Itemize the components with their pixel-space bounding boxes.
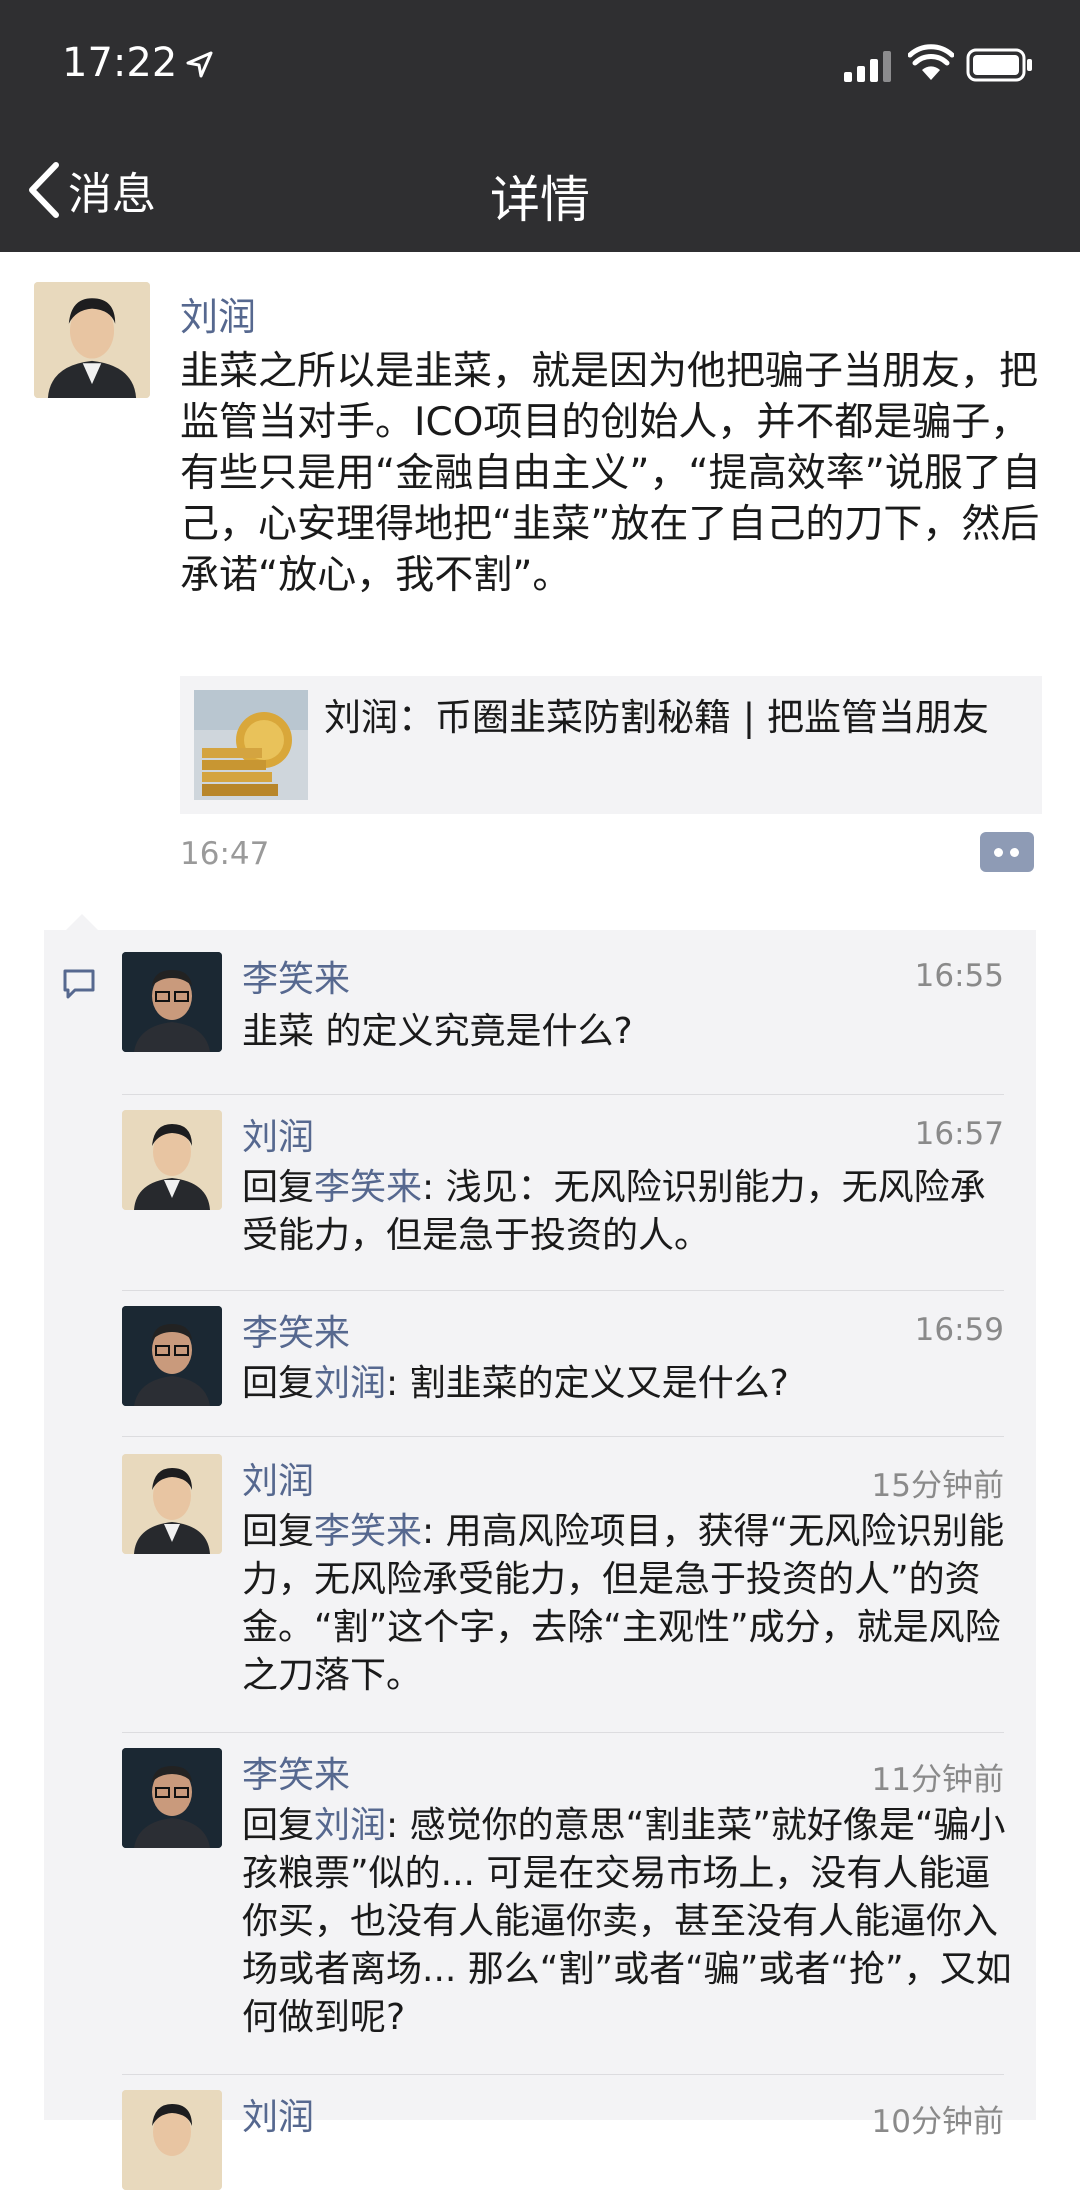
- comment-time: 16:55: [914, 958, 1004, 994]
- comment-time: 10分钟前: [871, 2104, 1004, 2140]
- commenter-avatar[interactable]: [122, 2090, 222, 2190]
- commenter-avatar[interactable]: [122, 1454, 222, 1554]
- comment-divider: [122, 1094, 1004, 1095]
- commenter-avatar[interactable]: [122, 1748, 222, 1848]
- commenter-name[interactable]: 刘润: [242, 1452, 314, 1504]
- commenter-avatar[interactable]: [122, 1110, 222, 1210]
- comment-time: 11分钟前: [871, 1762, 1004, 1798]
- reply-word: 回复: [242, 1805, 315, 1846]
- comment-text[interactable]: 回复李笑来: 浅见：无风险识别能力，无风险承受能力，但是急于投资的人。: [242, 1164, 1012, 1260]
- post-author-name[interactable]: 刘润: [180, 286, 256, 341]
- comment-body: 韭菜 的定义究竟是什么?: [242, 1011, 633, 1052]
- comment-divider: [122, 1436, 1004, 1437]
- post-time: 16:47: [180, 836, 270, 872]
- location-arrow-icon: [186, 51, 213, 78]
- comment-text[interactable]: 回复刘润: 割韭菜的定义又是什么?: [242, 1360, 1012, 1408]
- commenter-avatar[interactable]: [122, 1306, 222, 1406]
- post-text: 韭菜之所以是韭菜，就是因为他把骗子当朋友，把监管当对手。ICO项目的创始人，并不…: [180, 349, 1041, 598]
- comment-text[interactable]: 韭菜 的定义究竟是什么?: [242, 1008, 1012, 1056]
- dot-icon: [994, 848, 1003, 857]
- reply-target-name[interactable]: 刘润: [314, 1363, 386, 1404]
- comment-text[interactable]: 回复李笑来: 用高风险项目，获得“无风险识别能力，无风险承受能力，但是急于投资的…: [242, 1508, 1012, 1700]
- shared-article-card[interactable]: 刘润：币圈韭菜防割秘籍 | 把监管当朋友: [180, 676, 1042, 814]
- reply-target-name[interactable]: 刘润: [314, 1805, 386, 1846]
- status-time: 17:22: [62, 40, 178, 86]
- reply-word: 回复: [242, 1167, 315, 1208]
- article-title: 刘润：币圈韭菜防割秘籍 | 把监管当朋友: [324, 696, 989, 739]
- commenter-name[interactable]: 李笑来: [242, 1304, 350, 1356]
- comment-divider: [122, 1290, 1004, 1291]
- comment-text[interactable]: 回复刘润: 感觉你的意思“割韭菜”就好像是“骗小孩粮票”似的... 可是在交易市…: [242, 1802, 1012, 2042]
- page-title: 详情: [490, 171, 590, 229]
- comment-time: 15分钟前: [871, 1468, 1004, 1504]
- reply-target-name[interactable]: 李笑来: [314, 1167, 422, 1208]
- comment-divider: [122, 1732, 1004, 1733]
- wifi-icon: [908, 44, 954, 80]
- article-thumbnail: [194, 690, 308, 800]
- reply-word: 回复: [242, 1511, 315, 1552]
- dot-icon: [1010, 848, 1019, 857]
- cellular-signal-icon: [844, 51, 891, 82]
- author-avatar[interactable]: [34, 282, 150, 398]
- comment-time: 16:59: [914, 1312, 1004, 1348]
- commenter-name[interactable]: 刘润: [242, 2088, 314, 2140]
- comment-action-button[interactable]: [980, 832, 1034, 872]
- comment-time: 16:57: [914, 1116, 1004, 1152]
- commenter-name[interactable]: 刘润: [242, 1108, 314, 1160]
- battery-icon: [966, 48, 1032, 82]
- comment-body: : 割韭菜的定义又是什么?: [386, 1363, 789, 1404]
- commenter-name[interactable]: 李笑来: [242, 1746, 350, 1798]
- top-bar: 17:22 消息 详情: [0, 0, 1080, 252]
- comment-divider: [122, 2074, 1004, 2075]
- commenter-name[interactable]: 李笑来: [242, 950, 350, 1002]
- reply-target-name[interactable]: 李笑来: [314, 1511, 422, 1552]
- comment-bubble-icon: [63, 969, 95, 999]
- reply-word: 回复: [242, 1363, 315, 1404]
- commenter-avatar[interactable]: [122, 952, 222, 1052]
